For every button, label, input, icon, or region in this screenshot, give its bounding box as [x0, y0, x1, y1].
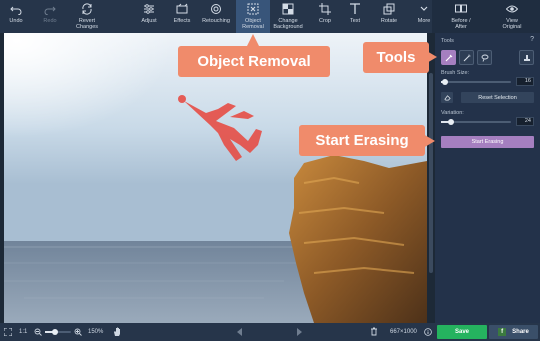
- rotate-icon: [383, 3, 395, 15]
- retouching-button[interactable]: Retouching: [199, 0, 233, 33]
- zoom-knob[interactable]: [52, 329, 59, 335]
- undo-button[interactable]: Undo: [4, 0, 28, 33]
- effects-button[interactable]: Effects: [168, 0, 196, 33]
- variation-label: Variation:: [441, 110, 464, 116]
- crop-icon: [319, 3, 331, 15]
- image-dimensions: 667×1000: [390, 329, 417, 335]
- share-button[interactable]: f Share: [489, 325, 538, 339]
- retouching-icon: [211, 4, 221, 14]
- revert-icon: [82, 3, 92, 15]
- zoom-in-icon[interactable]: [74, 328, 82, 336]
- change-background-label: Change Background: [273, 18, 303, 30]
- start-erasing-callout-arrow: [423, 134, 435, 148]
- redo-icon: [44, 6, 56, 15]
- hand-icon[interactable]: [113, 327, 122, 337]
- stamp-tool-button[interactable]: [519, 50, 534, 65]
- effects-icon: [176, 3, 188, 14]
- help-icon[interactable]: ?: [530, 36, 534, 43]
- adjust-icon: [144, 4, 154, 14]
- adjust-label: Adjust: [141, 18, 157, 24]
- view-original-label: View Original: [502, 18, 522, 30]
- variation-knob[interactable]: [447, 119, 454, 125]
- crop-label: Crop: [319, 18, 331, 24]
- fit-screen-icon[interactable]: [4, 328, 12, 336]
- reset-selection-button[interactable]: Reset Selection: [461, 92, 534, 103]
- revert-changes-button[interactable]: Revert Changes: [70, 0, 104, 33]
- object-removal-label: Object Removal: [242, 18, 264, 30]
- variation-slider[interactable]: [441, 119, 511, 125]
- undo-icon: [10, 6, 22, 15]
- effects-label: Effects: [173, 18, 191, 24]
- eye-icon: [506, 5, 518, 13]
- previous-image-icon[interactable]: [236, 328, 243, 336]
- tools-callout-arrow: [425, 50, 437, 64]
- more-label: More: [417, 18, 431, 24]
- chevron-down-icon: [420, 6, 428, 11]
- brush-size-slider[interactable]: [441, 79, 511, 85]
- object-removal-icon: [247, 3, 259, 15]
- change-background-button[interactable]: Change Background: [270, 0, 306, 33]
- text-button[interactable]: Text: [344, 0, 366, 33]
- object-removal-callout-arrow: [247, 34, 259, 46]
- facebook-icon: f: [498, 328, 507, 336]
- crop-button[interactable]: Crop: [314, 0, 336, 33]
- trash-icon[interactable]: [370, 327, 378, 336]
- text-icon: [350, 3, 360, 14]
- status-bar: 1:1 150% 667×1000 Save f Share: [0, 323, 540, 341]
- undo-label: Undo: [9, 18, 23, 24]
- save-button[interactable]: Save: [437, 325, 487, 339]
- variation-value[interactable]: 24: [516, 117, 534, 126]
- info-icon[interactable]: [424, 328, 432, 336]
- start-erasing-callout: Start Erasing: [299, 125, 425, 156]
- lasso-tool-button[interactable]: [477, 50, 492, 65]
- brush-size-label: Brush Size:: [441, 70, 470, 76]
- stamp-icon: [523, 54, 530, 61]
- before-after-label: Before / After: [451, 18, 471, 30]
- revert-label: Revert Changes: [75, 18, 99, 30]
- tools-panel: Tools ? Brush Size: 16 Reset Selection V…: [435, 33, 540, 323]
- eraser-icon: [443, 95, 451, 101]
- rotate-button[interactable]: Rotate: [376, 0, 402, 33]
- actual-size-button[interactable]: 1:1: [19, 329, 27, 335]
- change-background-icon: [282, 3, 294, 15]
- scrollbar-thumb[interactable]: [429, 73, 433, 273]
- redo-label: Redo: [43, 18, 57, 24]
- rotate-label: Rotate: [380, 18, 398, 24]
- retouching-label: Retouching: [202, 18, 230, 24]
- canvas-vertical-scrollbar[interactable]: [427, 33, 435, 323]
- tools-callout: Tools: [363, 42, 429, 73]
- start-erasing-button[interactable]: Start Erasing: [441, 136, 534, 148]
- redo-button[interactable]: Redo: [38, 0, 62, 33]
- zoom-out-icon[interactable]: [34, 328, 42, 336]
- text-label: Text: [349, 18, 361, 24]
- top-toolbar: Undo Redo Revert Changes Adjust Effects …: [0, 0, 540, 33]
- zoom-slider[interactable]: [45, 329, 71, 335]
- share-label: Share: [512, 329, 529, 335]
- object-removal-tab[interactable]: Object Removal: [236, 0, 270, 33]
- brush-size-value[interactable]: 16: [516, 77, 534, 86]
- eraser-button[interactable]: [441, 92, 453, 103]
- next-image-icon[interactable]: [296, 328, 303, 336]
- view-original-button[interactable]: View Original: [492, 0, 532, 33]
- tools-section-title: Tools: [441, 38, 454, 44]
- before-after-button[interactable]: Before / After: [436, 0, 486, 33]
- brush-size-knob[interactable]: [442, 79, 449, 85]
- magic-wand-icon: [463, 54, 470, 61]
- brush-tool-button[interactable]: [441, 50, 456, 65]
- brush-icon: [445, 54, 452, 61]
- magic-wand-tool-button[interactable]: [459, 50, 474, 65]
- adjust-button[interactable]: Adjust: [136, 0, 162, 33]
- view-controls: Before / After View Original: [432, 0, 540, 33]
- before-after-icon: [455, 4, 467, 13]
- zoom-level: 150%: [88, 329, 104, 335]
- lasso-icon: [481, 54, 488, 62]
- object-removal-callout: Object Removal: [178, 46, 330, 77]
